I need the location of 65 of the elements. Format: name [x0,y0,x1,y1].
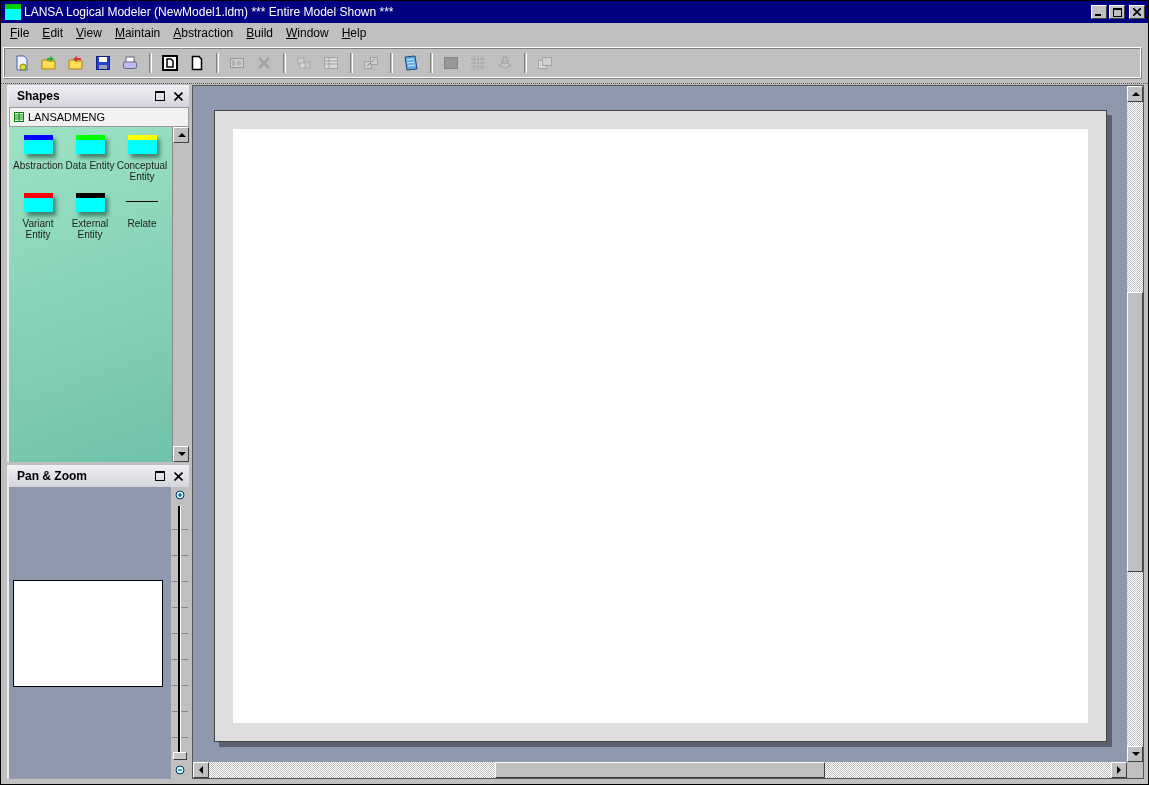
float-icon[interactable] [155,91,165,101]
shape-label: Abstraction [13,160,63,171]
menu-item[interactable]: Abstraction [167,26,241,40]
menu-item[interactable]: Build [240,26,280,40]
save-icon [95,55,111,71]
panel-title: Shapes [17,89,61,103]
panel-title: Pan & Zoom [17,469,88,483]
page-icon [14,55,30,71]
maximize-icon [1112,7,1122,17]
app-icon [5,4,21,20]
folder-icon [41,55,57,71]
delete-icon [256,55,272,71]
cubes-icon [296,55,312,71]
shape-item[interactable]: Relate [116,193,168,251]
shape-label: Relate [127,218,157,229]
block-icon [443,55,459,71]
link-icon [363,55,379,71]
menu-item[interactable]: Window [280,26,336,40]
shape-label: External Entity [70,218,110,240]
stack-icon [497,55,513,71]
menu-item[interactable]: Help [335,26,374,40]
vertical-scrollbar[interactable] [1127,86,1143,762]
group-header[interactable]: LANSADMENG [9,107,189,127]
zoom-out-icon[interactable] [174,765,186,776]
entity-icon [75,193,105,212]
menu-item[interactable]: Edit [36,26,71,40]
table-icon [323,55,339,71]
printer-icon [122,55,138,71]
minimize-button[interactable] [1091,5,1107,19]
maximize-button[interactable] [1109,5,1125,19]
shape-item[interactable]: Abstraction [12,135,64,193]
shape-label: Conceptual Entity [116,160,168,182]
shape-item[interactable]: Conceptual Entity [116,135,168,193]
shape-label: Variant Entity [21,218,55,240]
float-icon[interactable] [155,471,165,481]
slider-thumb[interactable] [173,752,187,760]
entity-icon [75,135,105,154]
page-icon [189,55,205,71]
page-preview[interactable] [13,579,163,687]
entity-icon [23,193,53,212]
vertical-scrollbar[interactable] [172,127,189,462]
zoom-in-icon[interactable] [174,490,186,501]
menu-item[interactable]: File [4,26,37,40]
shape-item[interactable]: Data Entity [64,135,116,193]
menu-item[interactable]: Maintain [108,26,168,40]
menu-item[interactable]: View [70,26,109,40]
group-label: LANSADMENG [28,111,106,123]
close-button[interactable] [1129,5,1145,19]
entity-icon [23,135,53,154]
grid-icon [14,112,24,122]
page-icon [162,55,178,71]
grid-icon [470,55,486,71]
copy-icon [537,55,553,71]
shape-item[interactable]: External Entity [64,193,116,251]
card-icon [229,55,245,71]
close-icon[interactable] [174,471,183,481]
folder-icon [68,55,84,71]
entity-icon [127,135,157,154]
shape-item[interactable]: Variant Entity [12,193,64,251]
close-icon [1133,8,1141,16]
window-title: LANSA Logical Modeler (NewModel1.ldm) *** Entire Model Shown *** [24,5,395,19]
notepad-icon [403,55,419,71]
close-icon[interactable] [174,91,183,101]
horizontal-scrollbar[interactable] [193,762,1127,778]
shape-label: Data Entity [65,160,115,171]
